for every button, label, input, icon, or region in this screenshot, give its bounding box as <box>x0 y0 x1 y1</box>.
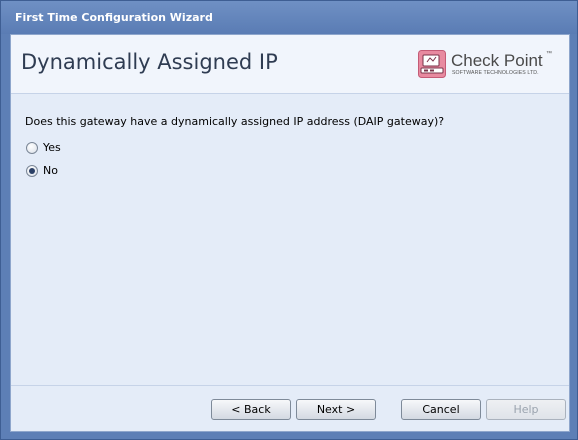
window-title: First Time Configuration Wizard <box>15 11 213 24</box>
no-radio-label[interactable]: No <box>43 164 58 177</box>
wizard-window: First Time Configuration Wizard Dynamica… <box>0 0 578 440</box>
check-point-logo: Check Point ™ SOFTWARE TECHNOLOGIES LTD. <box>417 48 557 80</box>
page-title: Dynamically Assigned IP <box>21 50 278 74</box>
logo-trademark: ™ <box>546 51 552 57</box>
logo-tagline: SOFTWARE TECHNOLOGIES LTD. <box>452 70 539 76</box>
wizard-content: Dynamically Assigned IP Check Point ™ SO… <box>10 34 570 432</box>
wizard-header: Dynamically Assigned IP Check Point ™ SO… <box>11 35 569 94</box>
footer-divider <box>11 385 569 386</box>
title-bar[interactable]: First Time Configuration Wizard <box>1 1 577 34</box>
yes-radio-label[interactable]: Yes <box>43 141 61 154</box>
yes-radio-button[interactable] <box>26 142 38 154</box>
cancel-button[interactable]: Cancel <box>401 399 481 420</box>
next-button[interactable]: Next > <box>296 399 376 420</box>
back-button[interactable]: < Back <box>211 399 291 420</box>
daip-question: Does this gateway have a dynamically ass… <box>25 115 445 128</box>
check-point-logo-icon <box>418 50 446 78</box>
no-radio-button[interactable] <box>26 165 38 177</box>
help-button: Help <box>486 399 566 420</box>
logo-name: Check Point <box>451 51 543 70</box>
